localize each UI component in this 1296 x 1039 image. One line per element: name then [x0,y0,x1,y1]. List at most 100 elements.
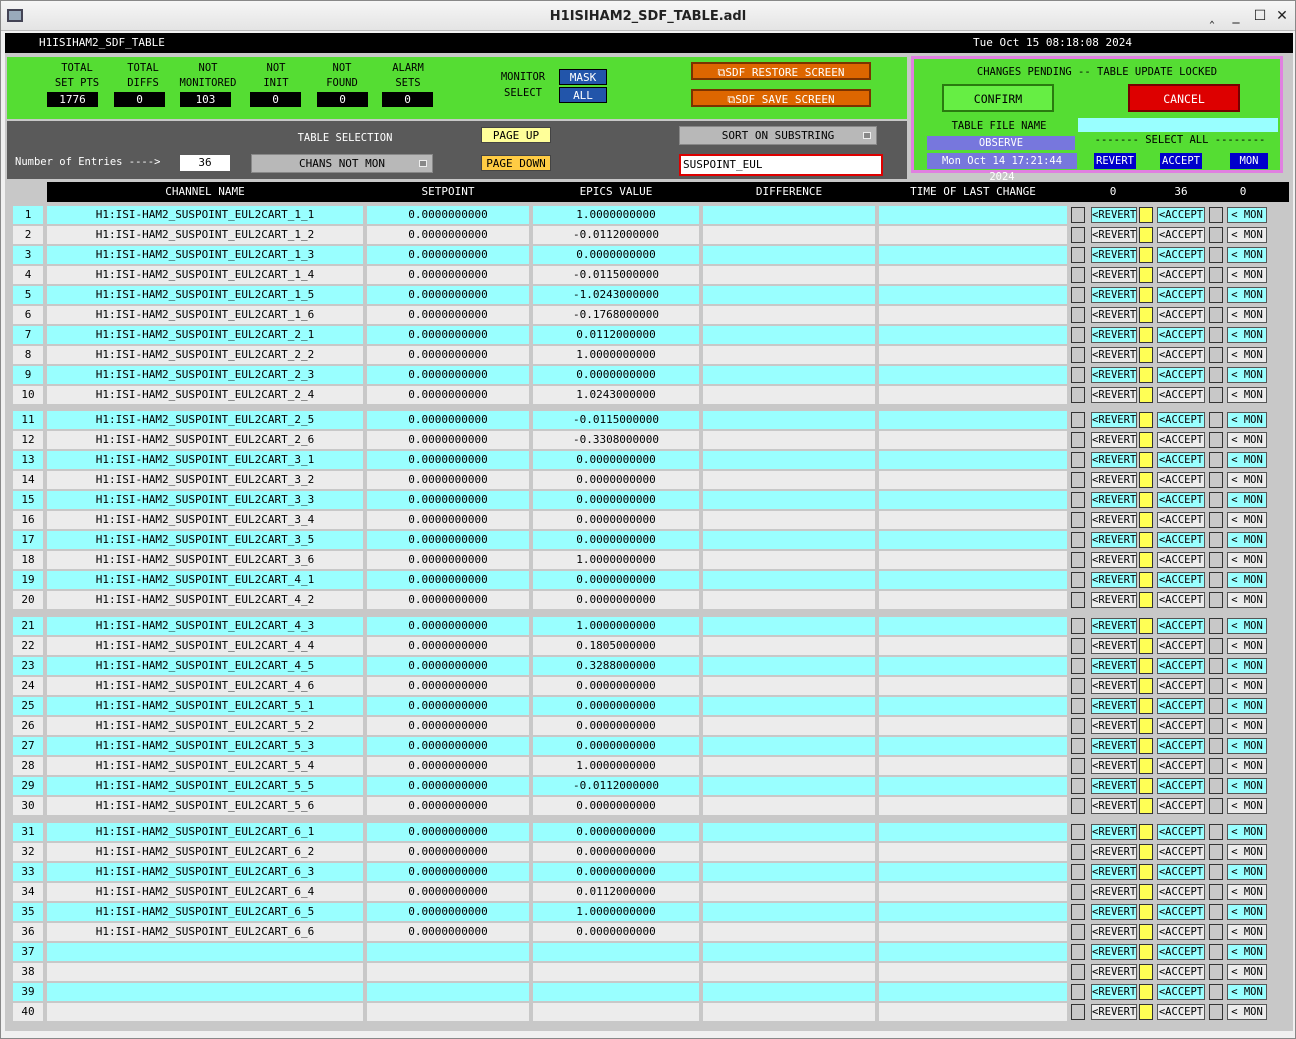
revert-checkbox[interactable] [1071,698,1085,714]
mon-button[interactable]: < MON [1227,844,1267,860]
revert-checkbox[interactable] [1071,864,1085,880]
revert-button[interactable]: <REVERT [1091,618,1137,634]
accept-checkbox[interactable] [1139,572,1153,588]
mon-button[interactable]: < MON [1227,944,1267,960]
mon-button[interactable]: < MON [1227,452,1267,468]
mon-button[interactable]: < MON [1227,884,1267,900]
accept-checkbox[interactable] [1139,904,1153,920]
accept-button[interactable]: <ACCEPT [1157,287,1205,303]
select-all-mon-button[interactable]: MON [1230,153,1268,169]
mon-button[interactable]: < MON [1227,798,1267,814]
revert-button[interactable]: <REVERT [1091,798,1137,814]
revert-checkbox[interactable] [1071,347,1085,363]
mon-checkbox[interactable] [1209,532,1223,548]
revert-checkbox[interactable] [1071,307,1085,323]
mon-checkbox[interactable] [1209,904,1223,920]
mon-checkbox[interactable] [1209,387,1223,403]
accept-button[interactable]: <ACCEPT [1157,844,1205,860]
close-window-icon[interactable]: ✕ [1273,7,1291,25]
accept-checkbox[interactable] [1139,984,1153,1000]
revert-checkbox[interactable] [1071,824,1085,840]
revert-checkbox[interactable] [1071,512,1085,528]
revert-button[interactable]: <REVERT [1091,472,1137,488]
mon-button[interactable]: < MON [1227,247,1267,263]
revert-checkbox[interactable] [1071,944,1085,960]
revert-button[interactable]: <REVERT [1091,532,1137,548]
revert-button[interactable]: <REVERT [1091,964,1137,980]
mon-button[interactable]: < MON [1227,904,1267,920]
accept-checkbox[interactable] [1139,884,1153,900]
revert-checkbox[interactable] [1071,267,1085,283]
sort-on-substring-dropdown[interactable]: SORT ON SUBSTRING [679,126,877,145]
accept-button[interactable]: <ACCEPT [1157,944,1205,960]
accept-checkbox[interactable] [1139,552,1153,568]
accept-button[interactable]: <ACCEPT [1157,658,1205,674]
accept-button[interactable]: <ACCEPT [1157,247,1205,263]
mon-checkbox[interactable] [1209,287,1223,303]
revert-button[interactable]: <REVERT [1091,884,1137,900]
select-all-revert-button[interactable]: REVERT [1094,153,1136,169]
mon-button[interactable]: < MON [1227,532,1267,548]
mon-checkbox[interactable] [1209,658,1223,674]
revert-button[interactable]: <REVERT [1091,718,1137,734]
revert-checkbox[interactable] [1071,387,1085,403]
mon-button[interactable]: < MON [1227,327,1267,343]
accept-checkbox[interactable] [1139,638,1153,654]
accept-checkbox[interactable] [1139,798,1153,814]
accept-checkbox[interactable] [1139,512,1153,528]
mon-button[interactable]: < MON [1227,1004,1267,1020]
mon-checkbox[interactable] [1209,758,1223,774]
revert-checkbox[interactable] [1071,638,1085,654]
mon-button[interactable]: < MON [1227,718,1267,734]
revert-checkbox[interactable] [1071,844,1085,860]
mon-checkbox[interactable] [1209,618,1223,634]
revert-checkbox[interactable] [1071,798,1085,814]
revert-button[interactable]: <REVERT [1091,207,1137,223]
revert-button[interactable]: <REVERT [1091,347,1137,363]
revert-checkbox[interactable] [1071,532,1085,548]
accept-button[interactable]: <ACCEPT [1157,884,1205,900]
minimize-window-icon[interactable]: _ [1227,7,1245,25]
revert-button[interactable]: <REVERT [1091,944,1137,960]
revert-checkbox[interactable] [1071,552,1085,568]
accept-button[interactable]: <ACCEPT [1157,758,1205,774]
revert-checkbox[interactable] [1071,207,1085,223]
revert-button[interactable]: <REVERT [1091,738,1137,754]
revert-checkbox[interactable] [1071,327,1085,343]
accept-button[interactable]: <ACCEPT [1157,347,1205,363]
accept-checkbox[interactable] [1139,452,1153,468]
revert-checkbox[interactable] [1071,452,1085,468]
accept-checkbox[interactable] [1139,432,1153,448]
mon-checkbox[interactable] [1209,367,1223,383]
accept-checkbox[interactable] [1139,678,1153,694]
mon-button[interactable]: < MON [1227,638,1267,654]
accept-button[interactable]: <ACCEPT [1157,412,1205,428]
accept-checkbox[interactable] [1139,492,1153,508]
maximize-window-icon[interactable]: ☐ [1251,7,1269,25]
accept-button[interactable]: <ACCEPT [1157,678,1205,694]
revert-checkbox[interactable] [1071,964,1085,980]
accept-checkbox[interactable] [1139,944,1153,960]
revert-button[interactable]: <REVERT [1091,367,1137,383]
revert-button[interactable]: <REVERT [1091,512,1137,528]
accept-checkbox[interactable] [1139,964,1153,980]
mon-checkbox[interactable] [1209,718,1223,734]
revert-checkbox[interactable] [1071,412,1085,428]
revert-checkbox[interactable] [1071,738,1085,754]
mon-button[interactable]: < MON [1227,512,1267,528]
revert-button[interactable]: <REVERT [1091,864,1137,880]
accept-checkbox[interactable] [1139,247,1153,263]
select-all-accept-button[interactable]: ACCEPT [1160,153,1202,169]
accept-checkbox[interactable] [1139,864,1153,880]
accept-button[interactable]: <ACCEPT [1157,1004,1205,1020]
mon-button[interactable]: < MON [1227,864,1267,880]
mon-checkbox[interactable] [1209,452,1223,468]
mon-checkbox[interactable] [1209,864,1223,880]
revert-button[interactable]: <REVERT [1091,824,1137,840]
mon-checkbox[interactable] [1209,227,1223,243]
revert-checkbox[interactable] [1071,778,1085,794]
revert-button[interactable]: <REVERT [1091,844,1137,860]
mon-checkbox[interactable] [1209,472,1223,488]
mon-checkbox[interactable] [1209,207,1223,223]
accept-button[interactable]: <ACCEPT [1157,798,1205,814]
